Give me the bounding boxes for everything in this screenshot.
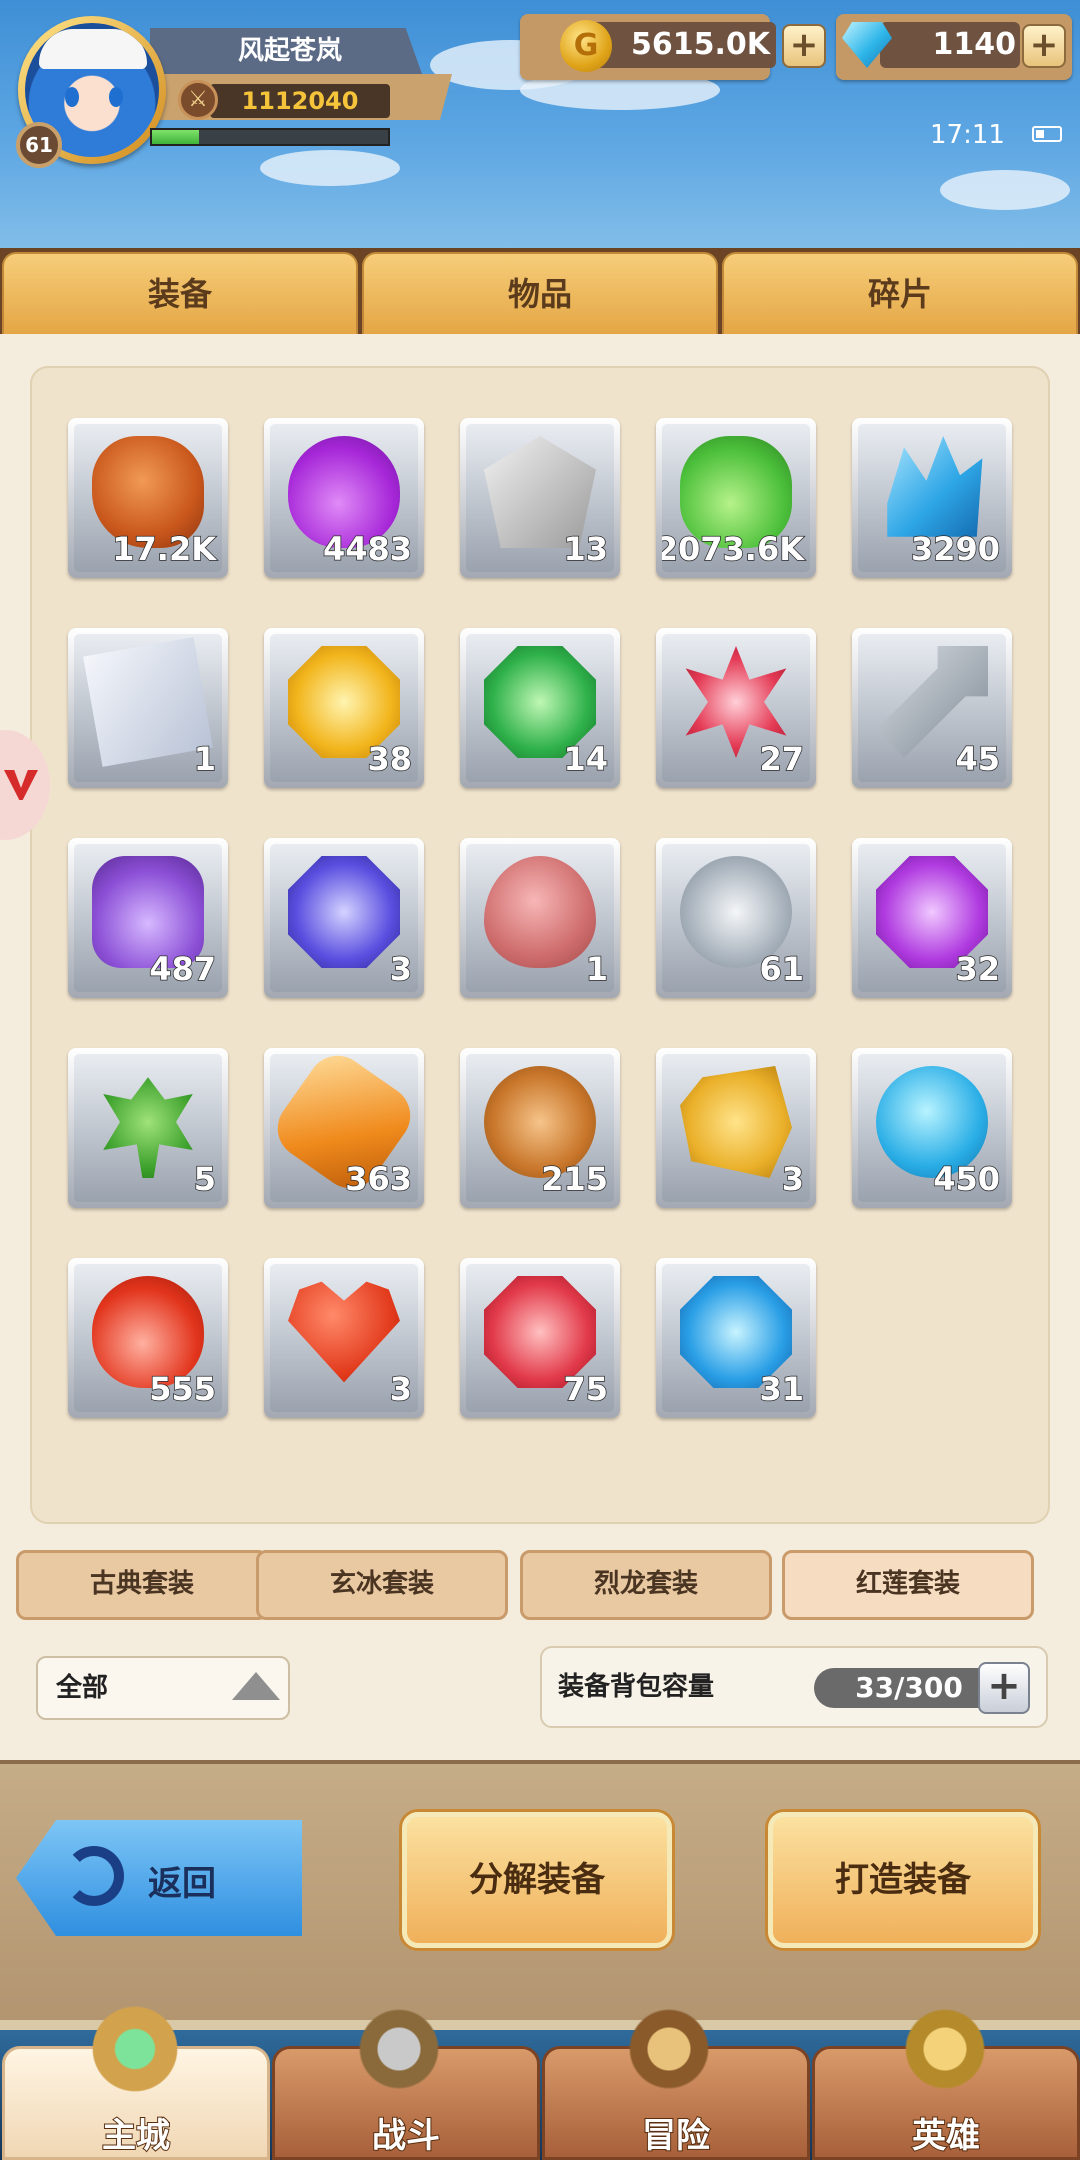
tab-equipment[interactable]: 装备 <box>2 252 358 336</box>
item-count: 363 <box>344 1159 412 1199</box>
set-tab-lotus[interactable]: 红莲套装 <box>782 1550 1034 1620</box>
item-count: 27 <box>759 739 805 779</box>
item-count: 4483 <box>322 529 413 569</box>
nav-battle-label: 战斗 <box>371 2115 441 2157</box>
diamond-amount: 1140 <box>932 27 1017 62</box>
add-gold-button[interactable]: + <box>782 24 826 68</box>
inventory-slot[interactable]: 4483 <box>264 418 424 578</box>
item-count: 1 <box>585 949 609 989</box>
capacity-value: 33/300 <box>814 1668 1004 1708</box>
inventory-slot[interactable]: 487 <box>68 838 228 998</box>
expand-capacity-button[interactable]: + <box>978 1662 1030 1714</box>
battle-power-icon: ⚔ <box>178 80 218 120</box>
item-count: 3290 <box>910 529 1001 569</box>
set-tab-frost[interactable]: 玄冰套装 <box>256 1550 508 1620</box>
item-count: 3 <box>389 949 413 989</box>
return-arrow-icon <box>64 1846 124 1906</box>
lightning-stone-icon <box>680 1066 792 1178</box>
inventory-slot[interactable]: 3290 <box>852 418 1012 578</box>
inventory-slot[interactable]: 75 <box>460 1258 620 1418</box>
status-time: 17:11 <box>930 120 1005 150</box>
hero-crest-icon <box>896 2000 994 2098</box>
inventory-slot[interactable]: 38 <box>264 628 424 788</box>
item-count: 1 <box>193 739 217 779</box>
inventory-slot[interactable]: 5 <box>68 1048 228 1208</box>
gold-coin-icon: G <box>560 20 612 72</box>
item-count: 31 <box>759 1369 805 1409</box>
map-scroll-icon <box>620 2000 718 2098</box>
item-count: 14 <box>563 739 609 779</box>
egg-icon <box>484 856 596 968</box>
inventory-slot[interactable]: 17.2K <box>68 418 228 578</box>
inventory-slot[interactable]: 363 <box>264 1048 424 1208</box>
item-count: 450 <box>932 1159 1000 1199</box>
item-count: 45 <box>955 739 1001 779</box>
inventory-slot[interactable]: 3 <box>264 838 424 998</box>
set-tab-dragon[interactable]: 烈龙套装 <box>520 1550 772 1620</box>
inventory-slot[interactable]: 61 <box>656 838 816 998</box>
crossed-swords-icon <box>350 2000 448 2098</box>
item-count: 3 <box>781 1159 805 1199</box>
exp-bar-fill <box>152 130 200 144</box>
item-count: 32 <box>955 949 1001 989</box>
inventory-slot[interactable]: 3 <box>264 1258 424 1418</box>
inventory-slot[interactable]: 27 <box>656 628 816 788</box>
set-tab-classic[interactable]: 古典套装 <box>16 1550 268 1620</box>
item-count: 3 <box>389 1369 413 1409</box>
item-count: 215 <box>540 1159 608 1199</box>
item-count: 487 <box>148 949 216 989</box>
inventory-slot[interactable]: 45 <box>852 628 1012 788</box>
inventory-slot[interactable]: 215 <box>460 1048 620 1208</box>
add-diamond-button[interactable]: + <box>1022 24 1066 68</box>
inventory-slot[interactable]: 1 <box>68 628 228 788</box>
nav-adventure-label: 冒险 <box>641 2115 711 2157</box>
inventory-slot[interactable]: 3 <box>656 1048 816 1208</box>
inventory-slot[interactable]: 32 <box>852 838 1012 998</box>
tab-items[interactable]: 物品 <box>362 252 718 336</box>
blue-boot-gem-icon <box>288 856 400 968</box>
inventory-slot[interactable]: 450 <box>852 1048 1012 1208</box>
inventory-slot[interactable]: 13 <box>460 418 620 578</box>
heart-icon <box>288 1281 400 1383</box>
inventory-slot[interactable]: 1 <box>460 838 620 998</box>
item-count: 13 <box>563 529 609 569</box>
item-count: 5 <box>193 1159 217 1199</box>
clover-icon <box>103 1077 193 1178</box>
nav-heroes-label: 英雄 <box>911 2115 981 2157</box>
castle-icon <box>86 2000 184 2098</box>
inventory-slot[interactable]: 14 <box>460 628 620 788</box>
battle-power-value: 1112040 <box>210 84 390 118</box>
nav-main-city-label: 主城 <box>101 2115 171 2157</box>
item-count: 2073.6K <box>662 529 805 569</box>
battery-icon <box>1032 126 1062 142</box>
inventory-slot[interactable]: 2073.6K <box>656 418 816 578</box>
gold-amount: 5615.0K <box>630 27 770 62</box>
item-count: 75 <box>563 1369 609 1409</box>
player-level-badge: 61 <box>16 122 62 168</box>
inventory-slot[interactable]: 31 <box>656 1258 816 1418</box>
item-count: 17.2K <box>112 529 217 569</box>
player-name: 风起苍岚 <box>237 36 342 66</box>
capacity-label: 装备背包容量 <box>558 1672 715 1702</box>
item-count: 61 <box>759 949 805 989</box>
item-count: 555 <box>148 1369 216 1409</box>
decompose-button[interactable]: 分解装备 <box>402 1812 672 1948</box>
exp-bar <box>150 128 390 146</box>
inventory-slot[interactable]: 555 <box>68 1258 228 1418</box>
tab-fragments[interactable]: 碎片 <box>722 252 1078 336</box>
forge-button[interactable]: 打造装备 <box>768 1812 1038 1948</box>
back-button-label: 返回 <box>148 1864 216 1904</box>
triangle-up-icon <box>232 1672 280 1700</box>
item-count: 38 <box>367 739 413 779</box>
